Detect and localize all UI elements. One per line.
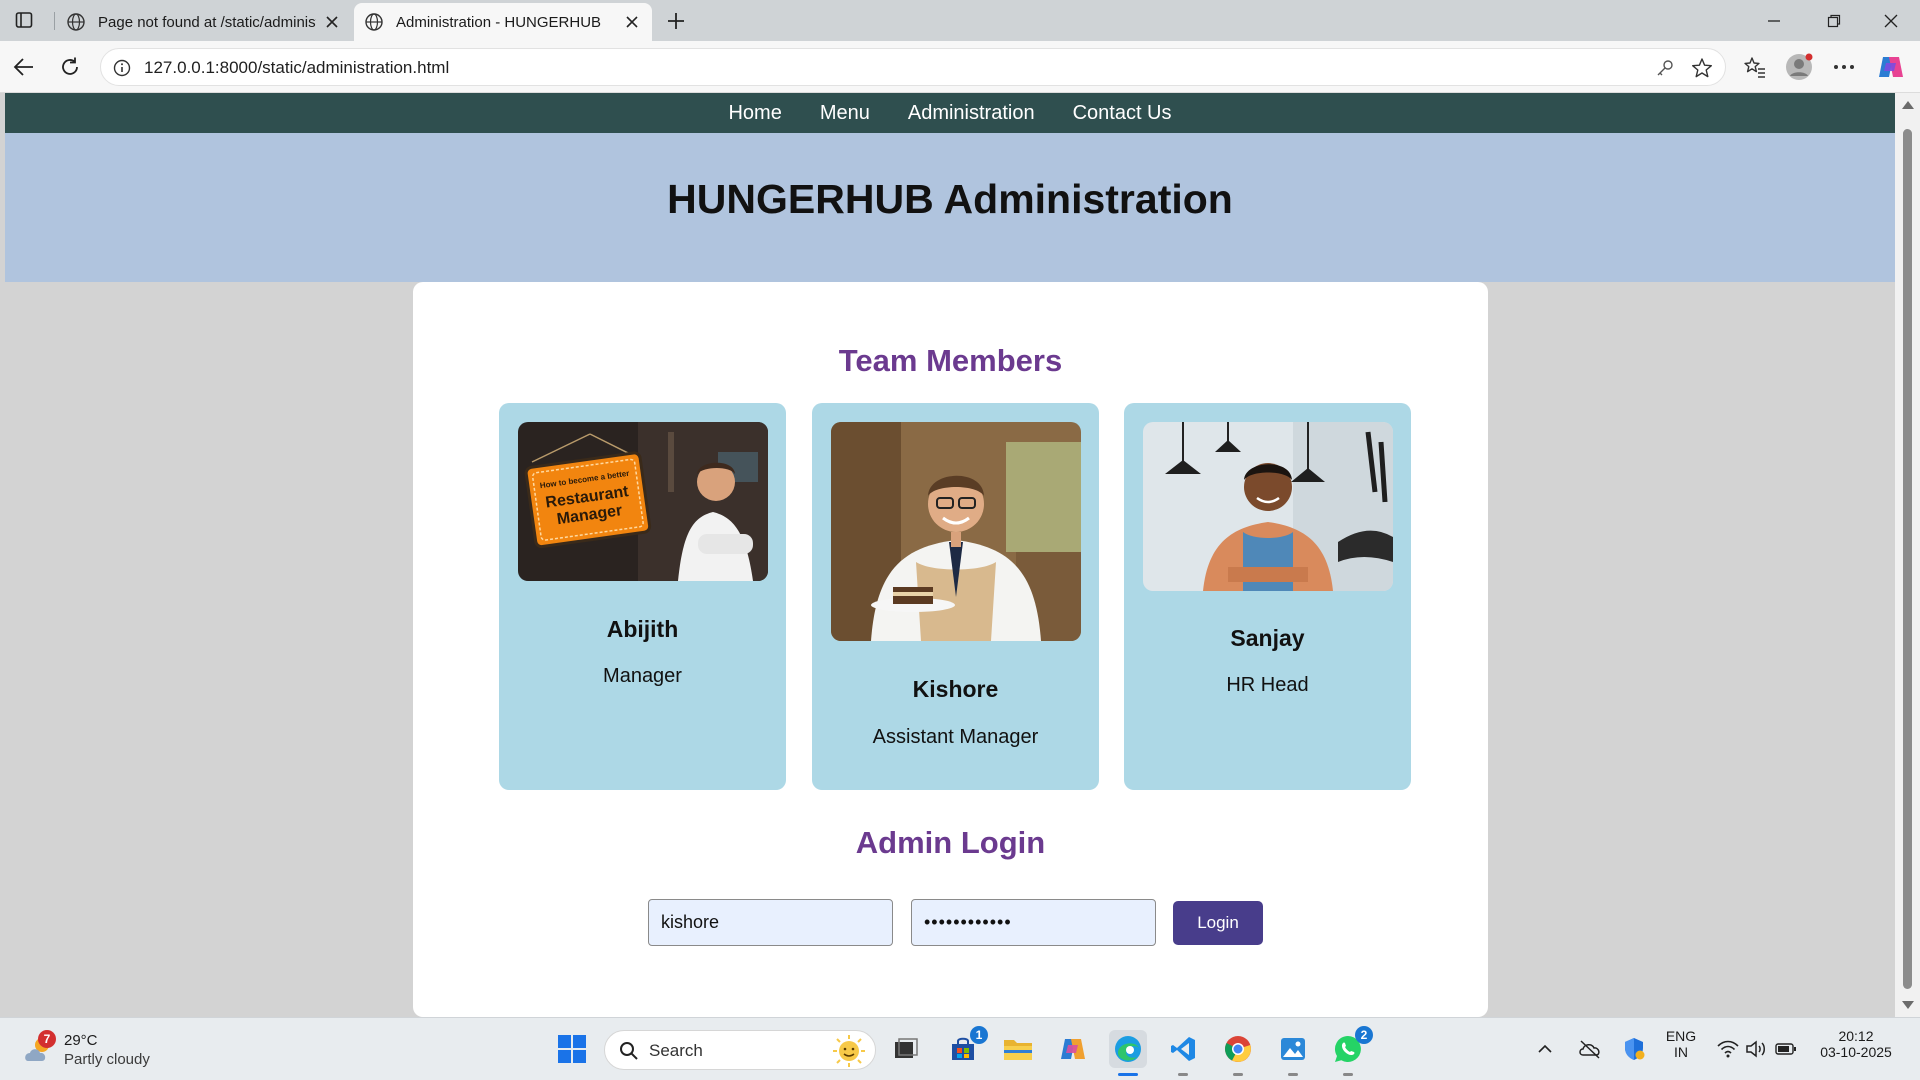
region-code: IN (1674, 1044, 1688, 1060)
whatsapp-icon[interactable]: 2 (1329, 1026, 1373, 1068)
close-window-icon[interactable] (1879, 10, 1903, 32)
tab-separator (54, 12, 55, 30)
username-input[interactable] (648, 899, 893, 946)
tab-page-not-found[interactable]: Page not found at /static/administ (56, 3, 352, 41)
page-viewport: Home Menu Administration Contact Us HUNG… (5, 93, 1895, 1017)
copilot-taskbar-icon[interactable] (1054, 1030, 1092, 1068)
search-icon (620, 1042, 638, 1060)
profile-avatar[interactable] (1785, 53, 1813, 81)
new-tab-icon[interactable] (664, 9, 688, 33)
minimize-icon[interactable] (1762, 10, 1786, 32)
favorite-star-icon[interactable] (1691, 57, 1713, 79)
language-indicator[interactable]: ENG IN (1660, 1028, 1702, 1060)
edge-running-indicator (1118, 1073, 1138, 1076)
sun-face-icon (833, 1035, 865, 1067)
tab-title: Administration - HUNGERHUB (396, 13, 602, 31)
password-input[interactable] (911, 899, 1156, 946)
member-name: Sanjay (1230, 625, 1305, 651)
info-icon[interactable] (113, 59, 131, 77)
globe-icon (67, 13, 85, 31)
member-role: HR Head (1226, 674, 1309, 696)
language-code: ENG (1665, 1028, 1697, 1044)
page-scrollbar[interactable] (1895, 93, 1920, 1017)
url-text: 127.0.0.1:8000/static/administration.htm… (144, 58, 450, 77)
member-photo-sanjay (1143, 422, 1393, 591)
admin-login-heading: Admin Login (855, 825, 1046, 860)
scroll-down-arrow-icon[interactable] (1902, 1001, 1914, 1009)
scrollbar-thumb[interactable] (1903, 129, 1912, 989)
photos-running-indicator (1288, 1073, 1298, 1076)
clock[interactable]: 20:12 03-10-2025 (1810, 1028, 1902, 1060)
page-header: HUNGERHUB Administration (5, 133, 1895, 282)
tab-administration[interactable]: Administration - HUNGERHUB (354, 3, 652, 41)
chevron-up-icon[interactable] (1534, 1030, 1556, 1068)
member-name: Kishore (912, 676, 999, 702)
microsoft-store-icon[interactable]: 1 (944, 1026, 988, 1068)
member-role: Assistant Manager (872, 726, 1039, 748)
content-container: Team Members How to become a better Rest… (413, 282, 1488, 1017)
site-navbar: Home Menu Administration Contact Us (5, 93, 1895, 133)
favorites-icon[interactable] (1741, 53, 1769, 81)
close-icon[interactable] (324, 14, 340, 30)
start-windows-icon[interactable] (553, 1030, 591, 1068)
tab-actions-icon[interactable] (10, 9, 38, 31)
url-input[interactable]: 127.0.0.1:8000/static/administration.htm… (100, 48, 1726, 86)
volume-icon[interactable] (1743, 1030, 1769, 1068)
store-badge: 1 (970, 1026, 988, 1044)
weather-condition-text: Partly cloudy (64, 1051, 150, 1068)
member-role: Manager (603, 665, 682, 687)
clock-date: 03-10-2025 (1820, 1044, 1892, 1060)
globe-icon (365, 13, 383, 31)
restore-icon[interactable] (1822, 10, 1846, 32)
key-icon[interactable] (1655, 58, 1675, 78)
vscode-running-indicator (1178, 1073, 1188, 1076)
battery-icon[interactable] (1773, 1030, 1799, 1068)
whatsapp-running-indicator (1343, 1073, 1353, 1076)
more-options-icon[interactable] (1830, 53, 1858, 81)
member-photo-kishore (831, 422, 1081, 641)
vscode-icon[interactable] (1164, 1030, 1202, 1068)
team-member-card: How to become a better Restaurant Manage… (499, 403, 786, 790)
team-members-heading: Team Members (838, 343, 1063, 378)
edge-browser-icon[interactable] (1109, 1030, 1147, 1068)
close-icon[interactable] (624, 14, 640, 30)
scroll-up-arrow-icon[interactable] (1902, 101, 1914, 109)
copilot-icon[interactable] (1877, 53, 1905, 81)
temperature-text: 29°C (64, 1032, 98, 1049)
tab-title: Page not found at /static/administ (98, 13, 316, 31)
address-bar: 127.0.0.1:8000/static/administration.htm… (0, 41, 1920, 93)
login-button[interactable]: Login (1173, 901, 1263, 945)
whatsapp-badge: 2 (1355, 1026, 1373, 1044)
member-name: Abijith (606, 616, 679, 642)
search-placeholder: Search (649, 1041, 703, 1060)
weather-alert-badge: 7 (38, 1030, 56, 1048)
nav-link-menu[interactable]: Menu (801, 93, 889, 133)
nav-link-home[interactable]: Home (709, 93, 800, 133)
chrome-running-indicator (1233, 1073, 1243, 1076)
browser-tab-bar: Page not found at /static/administ Admin… (0, 0, 1920, 41)
weather-widget[interactable]: 7 29°C Partly cloudy (22, 1030, 192, 1070)
team-member-card: Sanjay HR Head (1124, 403, 1411, 790)
security-shield-icon[interactable] (1619, 1030, 1649, 1068)
file-explorer-icon[interactable] (999, 1030, 1037, 1068)
reload-icon[interactable] (57, 54, 83, 80)
back-icon[interactable] (11, 54, 37, 80)
nav-link-contact[interactable]: Contact Us (1054, 93, 1191, 133)
taskbar-search-box[interactable]: Search (604, 1030, 876, 1070)
page-title: HUNGERHUB Administration (667, 176, 1233, 222)
team-member-card: Kishore Assistant Manager (812, 403, 1099, 790)
member-photo-abijith: How to become a better Restaurant Manage… (518, 422, 768, 581)
clock-time: 20:12 (1838, 1028, 1874, 1044)
windows-taskbar: 7 29°C Partly cloudy Search 1 2 ENG IN 2… (0, 1017, 1920, 1080)
wifi-icon[interactable] (1715, 1030, 1741, 1068)
photos-app-icon[interactable] (1274, 1030, 1312, 1068)
task-view-icon[interactable] (887, 1030, 925, 1068)
nav-link-administration[interactable]: Administration (889, 93, 1054, 133)
onedrive-offline-icon[interactable] (1575, 1030, 1605, 1068)
chrome-icon[interactable] (1219, 1030, 1257, 1068)
